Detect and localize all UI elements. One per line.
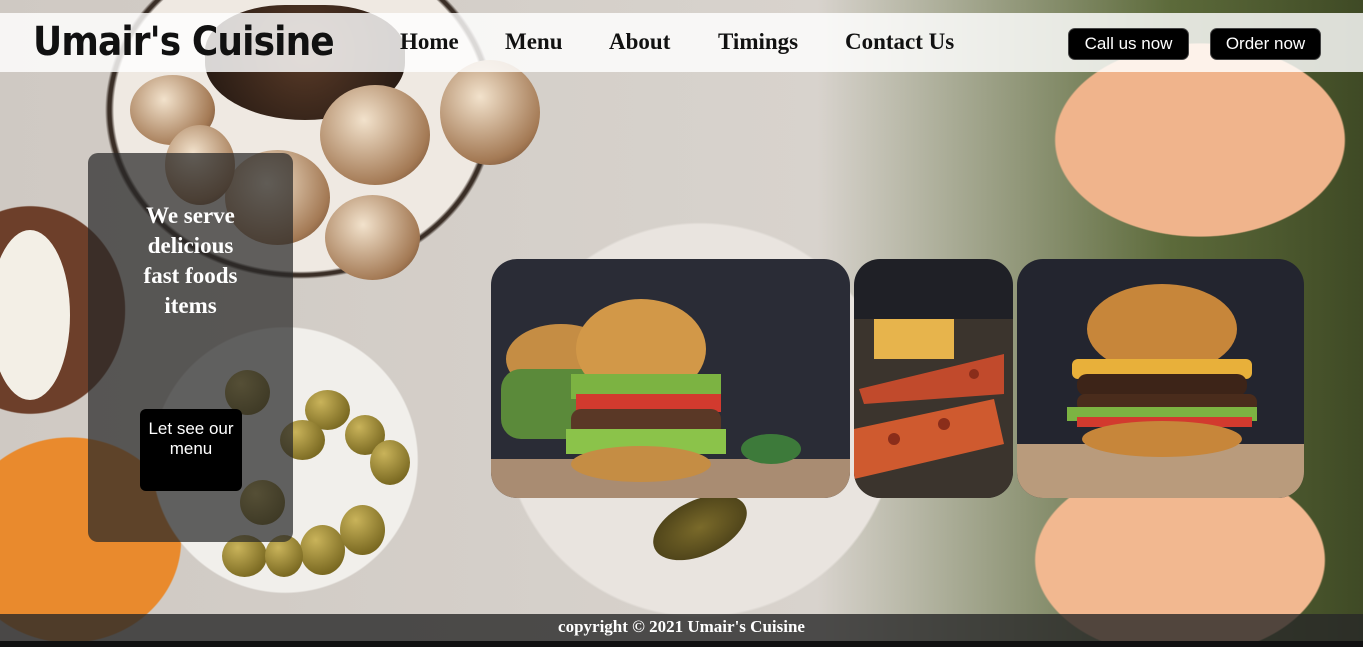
olive-decor [340, 505, 385, 555]
nav-about[interactable]: About [609, 29, 670, 55]
site-logo[interactable]: Umair's Cuisine [33, 13, 335, 72]
mushroom-decor [440, 60, 540, 165]
navbar: Umair's Cuisine Home Menu About Timings … [0, 13, 1363, 72]
hero-card: We serve delicious fast foods items Let … [88, 153, 293, 542]
footer: copyright © 2021 Umair's Cuisine [0, 614, 1363, 641]
nav-contact-us[interactable]: Contact Us [845, 29, 954, 55]
burger-image-1 [491, 259, 850, 498]
burger-image-2 [1017, 259, 1304, 498]
pizza-fries-image [854, 259, 1013, 498]
hero-tagline-text: We serve delicious fast foods items [143, 203, 238, 318]
call-us-button[interactable]: Call us now [1068, 28, 1189, 60]
mushroom-decor [325, 195, 420, 280]
bottom-edge [0, 641, 1363, 647]
nav-home[interactable]: Home [400, 29, 459, 55]
nav-timings[interactable]: Timings [718, 29, 798, 55]
nav-menu[interactable]: Menu [505, 29, 563, 55]
see-menu-label: Let see our menu [148, 419, 234, 458]
copyright-text: copyright © 2021 Umair's Cuisine [558, 617, 805, 636]
olive-decor [370, 440, 410, 485]
olive-decor [300, 525, 345, 575]
hero-tagline: We serve delicious fast foods items [88, 201, 293, 321]
order-now-button[interactable]: Order now [1210, 28, 1321, 60]
see-menu-button[interactable]: Let see our menu [140, 409, 242, 491]
mushroom-decor [320, 85, 430, 185]
cream-bowl-decor [0, 230, 70, 400]
